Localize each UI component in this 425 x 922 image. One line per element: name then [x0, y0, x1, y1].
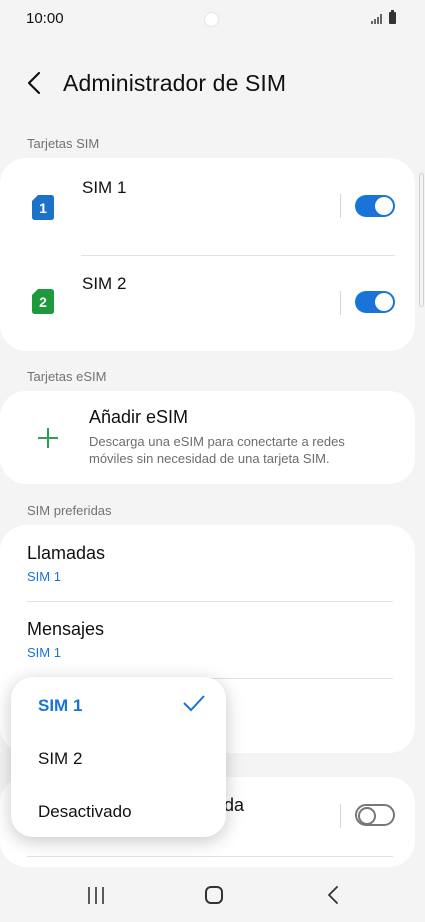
sim-name: SIM 1: [82, 178, 127, 197]
sim-name: SIM 2: [82, 274, 127, 293]
vertical-divider: [340, 291, 341, 315]
partial-row-text: da: [224, 795, 245, 815]
home-icon[interactable]: [205, 886, 223, 904]
section-label-sim-cards: Tarjetas SIM: [27, 136, 100, 151]
sim-row-1[interactable]: 1 SIM 1: [0, 158, 415, 254]
pref-value: SIM 1: [27, 645, 61, 660]
check-icon: [183, 695, 205, 712]
battery-icon: [389, 10, 396, 24]
dropdown-option-sim-1[interactable]: SIM 1: [38, 696, 82, 716]
vertical-divider: [340, 194, 341, 218]
pref-value: SIM 1: [27, 569, 61, 584]
sim-1-toggle[interactable]: [355, 195, 395, 217]
vertical-divider: [340, 804, 341, 828]
row-divider: [27, 856, 393, 857]
sim-selection-dropdown: SIM 1 SIM 2 Desactivado: [11, 677, 226, 837]
add-esim-title: Añadir eSIM: [89, 407, 189, 427]
navigation-bar: [0, 867, 425, 922]
sim-2-toggle[interactable]: [355, 291, 395, 313]
scrollbar[interactable]: [419, 173, 424, 307]
pref-title: Mensajes: [27, 619, 105, 639]
recents-icon[interactable]: [87, 887, 105, 904]
sim-card-icon: 1: [32, 195, 54, 220]
partial-row-toggle[interactable]: [355, 804, 395, 826]
signal-icon: [371, 14, 382, 24]
section-label-preferred: SIM preferidas: [27, 503, 112, 518]
sim-number: 1: [39, 200, 47, 216]
toggle-knob: [358, 807, 376, 825]
status-time: 10:00: [26, 10, 64, 27]
sim-card-icon: 2: [32, 289, 54, 314]
sim-row-2[interactable]: 2 SIM 2: [0, 255, 415, 351]
sim-number: 2: [39, 294, 47, 310]
toggle-knob: [375, 293, 393, 311]
phone-screen: 10:00 Administrador de SIM Tarjetas SIM …: [0, 0, 425, 922]
dropdown-option-sim-2[interactable]: SIM 2: [38, 749, 82, 769]
back-arrow-icon[interactable]: [24, 70, 46, 96]
status-bar: 10:00: [0, 0, 425, 40]
preferred-row-calls[interactable]: Llamadas SIM 1: [0, 525, 415, 601]
pref-title: Llamadas: [27, 543, 106, 563]
preferred-row-messages[interactable]: Mensajes SIM 1: [0, 602, 415, 678]
add-esim-card[interactable]: Añadir eSIM Descarga una eSIM para conec…: [0, 391, 415, 484]
app-header: Administrador de SIM: [0, 62, 425, 106]
section-label-esim: Tarjetas eSIM: [27, 369, 107, 384]
nav-back-icon[interactable]: [326, 885, 340, 905]
dropdown-option-disabled[interactable]: Desactivado: [38, 802, 132, 822]
plus-icon: [38, 428, 58, 448]
camera-cutout: [204, 12, 219, 27]
add-esim-description: Descarga una eSIM para conectarte a rede…: [89, 434, 345, 466]
toggle-knob: [375, 197, 393, 215]
page-title: Administrador de SIM: [63, 70, 287, 96]
sim-cards-card: 1 SIM 1 2 SIM 2: [0, 158, 415, 351]
